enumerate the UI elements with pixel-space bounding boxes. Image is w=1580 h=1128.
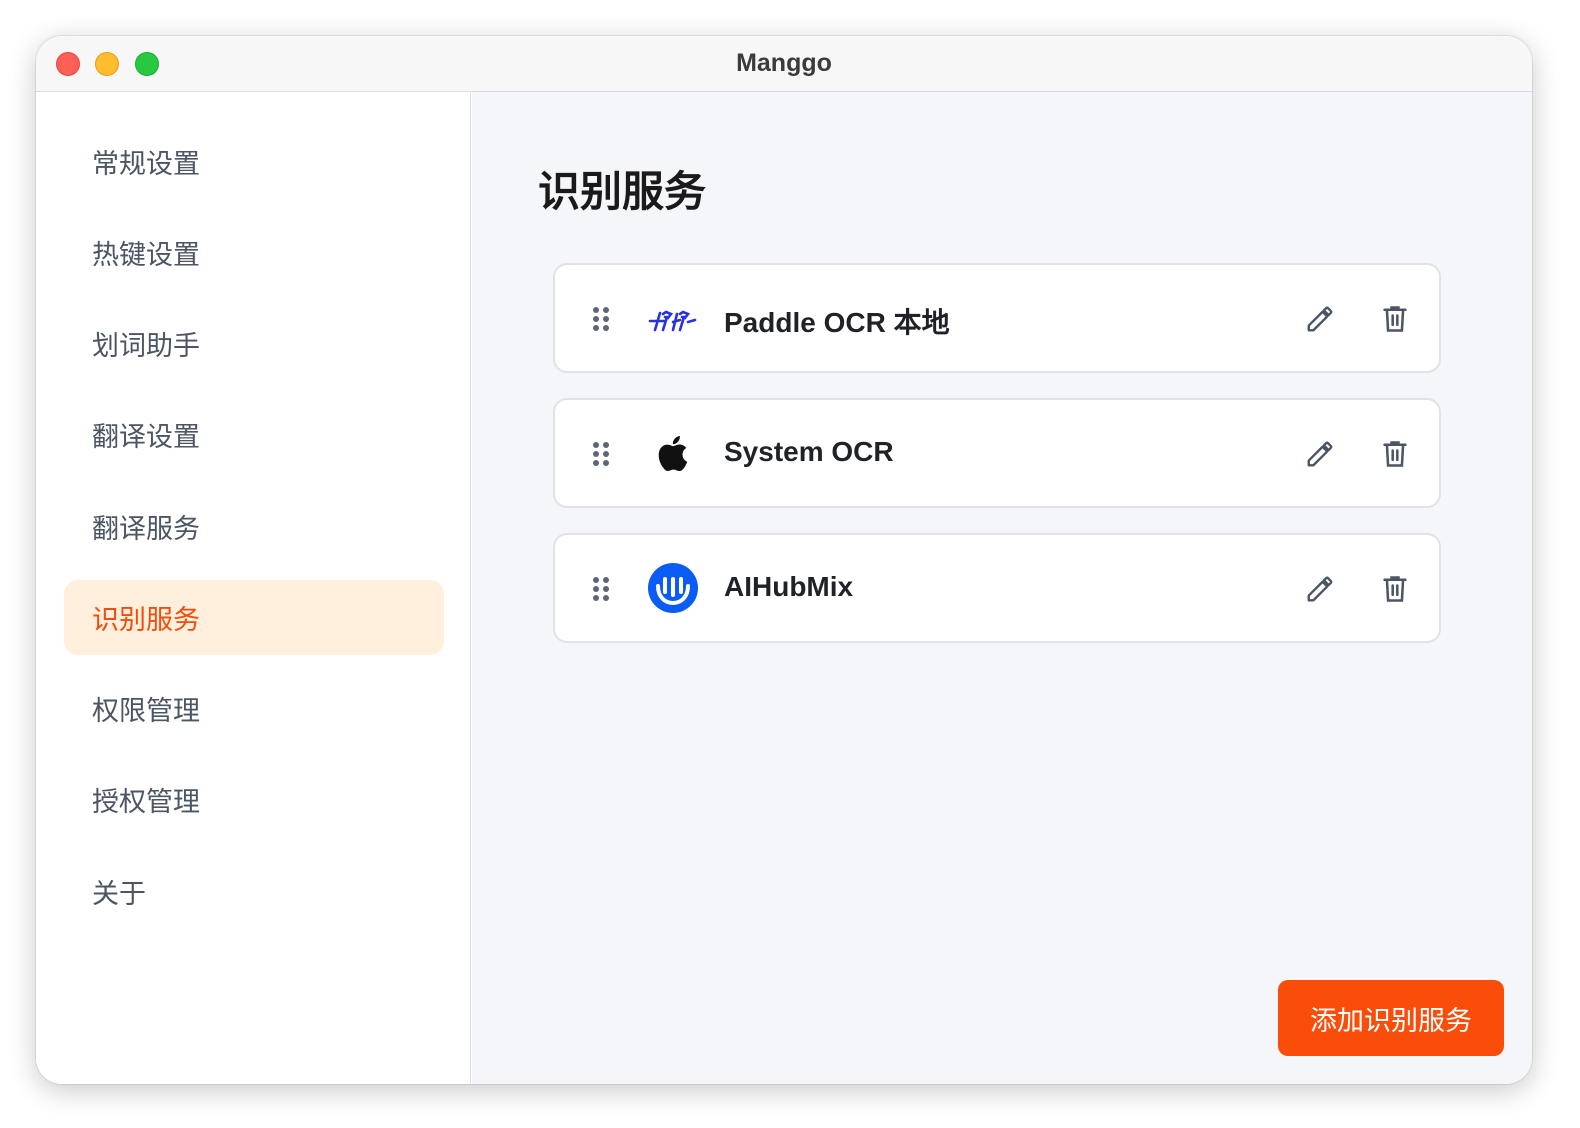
apple-logo-icon bbox=[647, 427, 699, 479]
sidebar-item-general[interactable]: 常规设置 bbox=[64, 124, 444, 199]
drag-handle-icon[interactable] bbox=[593, 577, 609, 601]
sidebar-item-translation-settings[interactable]: 翻译设置 bbox=[64, 397, 444, 472]
drag-handle-icon[interactable] bbox=[593, 307, 609, 331]
edit-pencil-icon[interactable] bbox=[1303, 572, 1337, 606]
delete-trash-icon[interactable] bbox=[1378, 437, 1412, 471]
sidebar: 常规设置 热键设置 划词助手 翻译设置 翻译服务 识别服务 权限管理 授权管理 … bbox=[36, 92, 471, 1084]
sidebar-item-about[interactable]: 关于 bbox=[64, 854, 444, 929]
sidebar-item-translation-services[interactable]: 翻译服务 bbox=[64, 489, 444, 564]
drag-handle-icon[interactable] bbox=[593, 442, 609, 466]
service-card-paddle-ocr[interactable]: Paddle OCR 本地 bbox=[553, 263, 1441, 373]
sidebar-item-license[interactable]: 授权管理 bbox=[64, 762, 444, 837]
delete-trash-icon[interactable] bbox=[1378, 572, 1412, 606]
paddle-logo-icon bbox=[647, 292, 699, 344]
window-title: Manggo bbox=[736, 49, 832, 77]
service-name: System OCR bbox=[724, 436, 894, 467]
edit-pencil-icon[interactable] bbox=[1303, 437, 1337, 471]
sidebar-item-hotkeys[interactable]: 热键设置 bbox=[64, 215, 444, 290]
sidebar-item-ocr-services[interactable]: 识别服务 bbox=[64, 580, 444, 655]
app-window: Manggo 常规设置 热键设置 划词助手 翻译设置 翻译服务 识别服务 权限管… bbox=[36, 36, 1532, 1084]
page-title: 识别服务 bbox=[538, 167, 707, 216]
edit-pencil-icon[interactable] bbox=[1303, 302, 1337, 336]
service-card-system-ocr[interactable]: System OCR bbox=[553, 398, 1441, 508]
title-bar: Manggo bbox=[36, 36, 1532, 92]
add-ocr-service-button[interactable]: 添加识别服务 bbox=[1278, 980, 1504, 1056]
aihubmix-logo-icon bbox=[647, 562, 699, 614]
service-name: Paddle OCR 本地 bbox=[724, 307, 950, 338]
delete-trash-icon[interactable] bbox=[1378, 302, 1412, 336]
service-name: AIHubMix bbox=[724, 571, 854, 602]
sidebar-item-selection-assistant[interactable]: 划词助手 bbox=[64, 306, 444, 381]
sidebar-item-permissions[interactable]: 权限管理 bbox=[64, 671, 444, 746]
service-card-aihubmix[interactable]: AIHubMix bbox=[553, 533, 1441, 643]
main-panel: 识别服务 Paddle OCR 本地 System OCR AIHubMix 添… bbox=[472, 92, 1532, 1084]
